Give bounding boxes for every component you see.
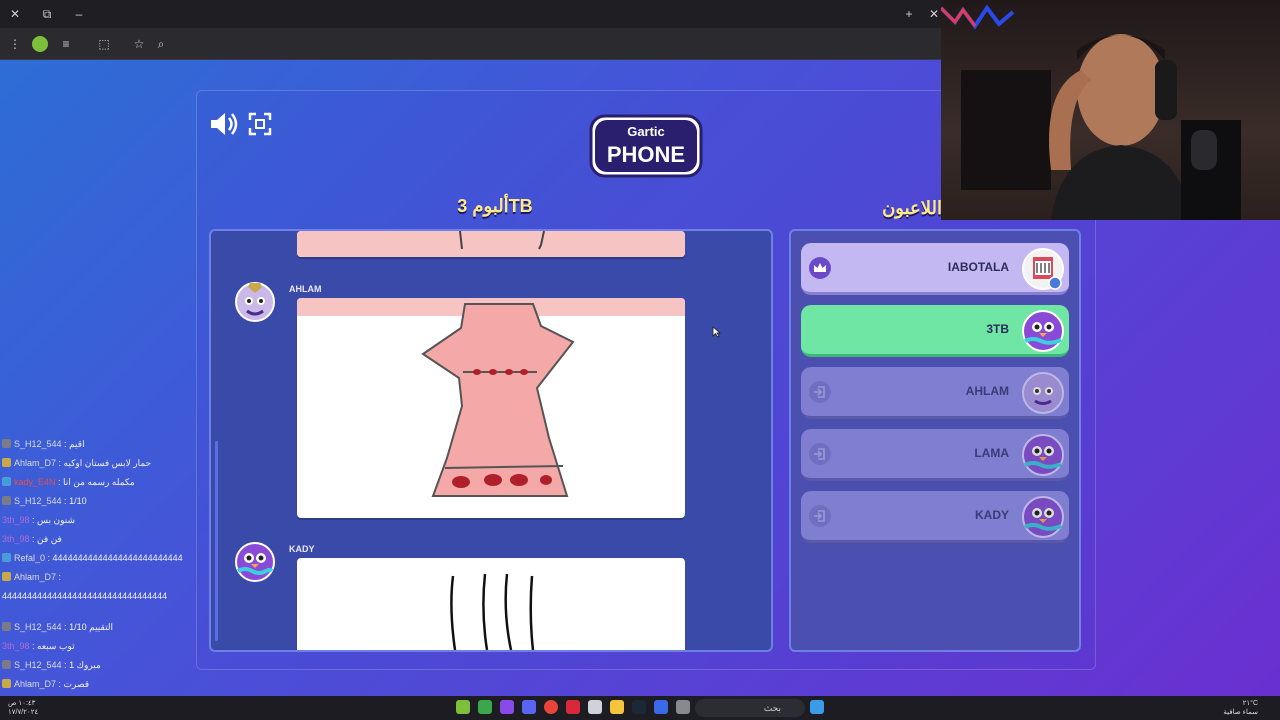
chrome-icon[interactable] [544,700,558,714]
players-title: اللاعبون [882,198,942,218]
lines-drawing [450,573,535,650]
player-name: AHLAM [965,384,1009,398]
chat-message: Ahlam_D7 : حمار لابس فستان اوكيه [2,458,151,469]
search-icon[interactable]: ⌕ [153,36,169,52]
knight-avatar-icon [1022,248,1064,290]
exit-icon [809,381,831,403]
chat-message: 3th_98 : شنون بس [2,515,76,525]
crown-icon [809,257,831,279]
gartic-phone-logo: Gartic PHONE [589,114,703,178]
player-avatar-kady [235,542,275,582]
chat-message: S_H12_544 : التقييم 1/10 [2,622,113,633]
new-tab-icon[interactable]: + [901,6,917,22]
chat-message: kady_E4N : مكمله رسمه من انا [2,477,135,488]
album-title: ألبوم 3TB [457,196,533,216]
album-panel[interactable]: AHLAM KADY [209,229,773,652]
badge-icon [2,477,11,486]
twitch-icon[interactable] [500,700,514,714]
minimize-icon[interactable]: – [71,6,87,22]
badge-icon [2,572,11,581]
windows-start-icon[interactable] [810,700,824,714]
chat-message: S_H12_544 : مبروك 1 [2,660,101,671]
album-scrollbar[interactable] [215,441,218,641]
bird-avatar-icon [1022,310,1064,352]
steam-icon[interactable] [632,700,646,714]
player-name: 3TB [986,322,1009,336]
drawing-card [297,298,685,518]
chat-message: 3th_98 : ثوب سبعه [2,641,75,651]
exit-icon [809,443,831,465]
discord-icon[interactable] [522,700,536,714]
chat-message: Ahlam_D7 : قصرت [2,679,89,690]
badge-icon [2,496,11,505]
chat-message: 3th_98 : فن فن [2,534,62,544]
calendar-icon[interactable] [588,700,602,714]
drawing-card [297,558,685,650]
badge-icon [2,622,11,631]
taskbar-clock-left: ١٠:٤٣ ص ١٧/٧/٢٠٢٤ [8,700,39,716]
close-icon[interactable]: ✕ [7,6,23,22]
reader-icon[interactable]: ≡ [58,36,74,52]
webcam-overlay [941,0,1280,220]
player-row-lama[interactable]: LAMA [801,429,1069,481]
folder-icon[interactable] [610,700,624,714]
bird-avatar-icon [1022,372,1064,414]
previous-drawing-card [297,231,685,257]
badge-icon [2,458,11,467]
chat-message: Refal_0 : 44444444444444444444444444 [2,553,183,563]
player-row-kady[interactable]: KADY [801,491,1069,543]
app-icon[interactable] [456,700,470,714]
player-avatar-ahlam [235,282,275,322]
svg-text:Gartic: Gartic [627,124,665,139]
chat-message: 444444444444444444444444444444444 [2,591,168,601]
app-icon[interactable] [676,700,690,714]
app-icon[interactable] [566,700,580,714]
exit-icon [809,505,831,527]
players-panel: IABOTALA 3TB AHLAM LAMA KADY [789,229,1081,652]
star-icon[interactable]: ☆ [131,36,147,52]
streamer-webcam-image [941,4,1241,220]
badge-icon [2,660,11,669]
edge-icon[interactable] [654,700,668,714]
badge-icon [2,439,11,448]
bird-avatar-icon [1022,496,1064,538]
album-entry-name: KADY [289,544,315,554]
player-row-ahlam[interactable]: AHLAM [801,367,1069,419]
restore-icon[interactable]: ⧉ [39,6,55,22]
sound-icon[interactable] [209,110,239,138]
mouse-cursor-icon [712,326,722,338]
badge-icon [2,679,11,688]
player-row-3tb[interactable]: 3TB [801,305,1069,357]
taskbar-weather: ٢١°C سماء صافية [1223,700,1258,716]
fullscreen-icon[interactable] [248,112,272,136]
badge-icon [2,553,11,562]
player-name: LAMA [974,446,1009,460]
menu-icon[interactable]: ⋮ [7,36,23,52]
extension-icon[interactable] [32,36,48,52]
player-row-iabotala[interactable]: IABOTALA [801,243,1069,295]
svg-text:PHONE: PHONE [607,142,685,167]
taskbar: ١٠:٤٣ ص ١٧/٧/٢٠٢٤ بحث ٢١°C سماء صافية [0,696,1280,720]
xbox-icon[interactable] [478,700,492,714]
player-name: IABOTALA [947,260,1009,274]
dress-drawing [421,303,575,497]
share-icon[interactable]: ⬚ [96,36,112,52]
previous-drawing [459,231,545,250]
tab-close-icon[interactable]: ✕ [926,6,942,22]
bird-avatar-icon [1022,434,1064,476]
album-entry-name: AHLAM [289,284,322,294]
chat-message: Ahlam_D7 : [2,572,61,582]
chat-message: S_H12_544 : اقيم [2,439,85,450]
chat-message: S_H12_544 : 1/10 [2,496,87,506]
player-name: KADY [974,508,1009,522]
taskbar-search[interactable]: بحث [695,699,805,717]
